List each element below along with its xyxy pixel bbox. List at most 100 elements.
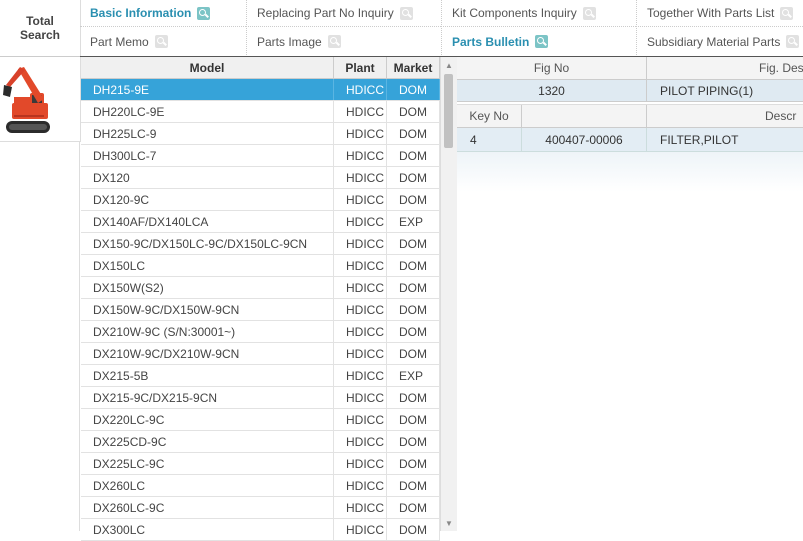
scroll-up-icon[interactable]: ▲ [441, 57, 457, 73]
tab-kit-components-inquiry[interactable]: Kit Components Inquiry [441, 0, 636, 27]
tab-label: Parts Image [257, 34, 322, 49]
plant-cell: HDICC [334, 145, 387, 166]
panel-fade [457, 152, 803, 192]
header-fig-desc: Fig. Des [759, 61, 803, 75]
header-description: Descr [765, 109, 797, 123]
market-cell: DOM [387, 453, 440, 474]
table-row[interactable]: DX210W-9C/DX210W-9CN HDICC DOM [81, 343, 440, 365]
model-cell: DX215-9C/DX215-9CN [81, 387, 334, 408]
plant-cell: HDICC [334, 497, 387, 518]
tab-together-with-parts-list[interactable]: Together With Parts List [636, 0, 803, 27]
market-cell: DOM [387, 343, 440, 364]
model-cell: DX300LC [81, 519, 334, 540]
model-table-header: Model Plant Market [81, 57, 440, 79]
table-row[interactable]: DX120 HDICC DOM [81, 167, 440, 189]
scroll-down-icon[interactable]: ▼ [441, 515, 457, 531]
description-cell: FILTER,PILOT [660, 132, 739, 147]
search-icon [399, 6, 413, 20]
plant-cell: HDICC [334, 255, 387, 276]
header-market[interactable]: Market [387, 57, 440, 78]
model-cell: DX210W-9C/DX210W-9CN [81, 343, 334, 364]
market-cell: EXP [387, 211, 440, 232]
model-cell: DH215-9E [81, 79, 334, 100]
table-row[interactable]: DX215-5B HDICC EXP [81, 365, 440, 387]
fig-table-row[interactable]: 1320 PILOT PIPING(1) [457, 80, 803, 102]
plant-cell: HDICC [334, 211, 387, 232]
plant-cell: HDICC [334, 101, 387, 122]
plant-cell: HDICC [334, 431, 387, 452]
market-cell: DOM [387, 145, 440, 166]
table-row[interactable]: DH225LC-9 HDICC DOM [81, 123, 440, 145]
model-table: Model Plant Market DH215-9E HDICC DOM DH220… [81, 57, 440, 541]
tab-label: Together With Parts List [647, 6, 775, 20]
tab-label: Parts Bulletin [452, 34, 530, 49]
tab-part-memo[interactable]: Part Memo [80, 28, 246, 55]
tab-label: Subsidiary Material Parts [647, 34, 781, 49]
plant-cell: HDICC [334, 409, 387, 430]
header-key-no: Key No [457, 105, 522, 127]
search-icon [535, 35, 549, 48]
plant-cell: HDICC [334, 189, 387, 210]
tab-label: Basic Information [90, 6, 192, 20]
excavator-icon [3, 67, 50, 133]
header-model[interactable]: Model [81, 57, 334, 78]
table-row[interactable]: DH220LC-9E HDICC DOM [81, 101, 440, 123]
market-cell: DOM [387, 409, 440, 430]
total-search-button[interactable]: Total Search [0, 0, 81, 57]
model-cell: DX260LC [81, 475, 334, 496]
model-cell: DX150LC [81, 255, 334, 276]
search-icon [786, 35, 800, 48]
market-cell: DOM [387, 123, 440, 144]
table-row[interactable]: DX120-9C HDICC DOM [81, 189, 440, 211]
header-plant[interactable]: Plant [334, 57, 387, 78]
plant-cell: HDICC [334, 453, 387, 474]
table-row[interactable]: DX220LC-9C HDICC DOM [81, 409, 440, 431]
table-row[interactable]: DX210W-9C (S/N:30001~) HDICC DOM [81, 321, 440, 343]
fig-table-header: Fig No Fig. Des [457, 57, 803, 80]
search-icon [154, 35, 168, 48]
market-cell: DOM [387, 189, 440, 210]
table-row[interactable]: DX215-9C/DX215-9CN HDICC DOM [81, 387, 440, 409]
tab-label: Kit Components Inquiry [452, 6, 577, 20]
parts-bulletin-panel: Fig No Fig. Des 1320 PILOT PIPING(1) Key… [457, 57, 803, 531]
table-row[interactable]: DX150W-9C/DX150W-9CN HDICC DOM [81, 299, 440, 321]
part-table-row[interactable]: 4 400407-00006 FILTER,PILOT [457, 128, 803, 152]
table-row[interactable]: DX300LC HDICC DOM [81, 519, 440, 541]
total-search-label: Total Search [19, 14, 61, 42]
model-table-scrollbar[interactable]: ▲ ▼ [440, 57, 457, 531]
tab-replacing-part-no-inquiry[interactable]: Replacing Part No Inquiry [246, 0, 441, 27]
plant-cell: HDICC [334, 167, 387, 188]
table-row[interactable]: DX140AF/DX140LCA HDICC EXP [81, 211, 440, 233]
key-no-cell: 4 [457, 128, 522, 151]
market-cell: DOM [387, 519, 440, 540]
plant-cell: HDICC [334, 123, 387, 144]
tab-parts-bulletin[interactable]: Parts Bulletin [441, 28, 636, 55]
model-table-body: DH215-9E HDICC DOM DH220LC-9E HDICC DOM DH225L… [81, 79, 440, 541]
table-row[interactable]: DH215-9E HDICC DOM [81, 79, 440, 101]
model-cell: DX150W-9C/DX150W-9CN [81, 299, 334, 320]
scrollbar-thumb[interactable] [444, 74, 453, 148]
model-cell: DX225LC-9C [81, 453, 334, 474]
model-cell: DX150-9C/DX150LC-9C/DX150LC-9CN [81, 233, 334, 254]
table-row[interactable]: DX260LC-9C HDICC DOM [81, 497, 440, 519]
table-row[interactable]: DX150LC HDICC DOM [81, 255, 440, 277]
tab-subsidiary-material-parts[interactable]: Subsidiary Material Parts [636, 28, 803, 55]
table-row[interactable]: DX150-9C/DX150LC-9C/DX150LC-9CN HDICC DOM [81, 233, 440, 255]
plant-cell: HDICC [334, 79, 387, 100]
market-cell: DOM [387, 321, 440, 342]
table-row[interactable]: DX225LC-9C HDICC DOM [81, 453, 440, 475]
search-icon [327, 35, 341, 48]
tab-basic-information[interactable]: Basic Information [80, 0, 246, 27]
search-icon [197, 6, 211, 20]
table-row[interactable]: DX150W(S2) HDICC DOM [81, 277, 440, 299]
table-row[interactable]: DX260LC HDICC DOM [81, 475, 440, 497]
tab-parts-image[interactable]: Parts Image [246, 28, 441, 55]
model-cell: DH220LC-9E [81, 101, 334, 122]
table-row[interactable]: DH300LC-7 HDICC DOM [81, 145, 440, 167]
market-cell: DOM [387, 79, 440, 100]
table-row[interactable]: DX225CD-9C HDICC DOM [81, 431, 440, 453]
model-cell: DX140AF/DX140LCA [81, 211, 334, 232]
model-cell: DX150W(S2) [81, 277, 334, 298]
market-cell: DOM [387, 277, 440, 298]
market-cell: DOM [387, 101, 440, 122]
